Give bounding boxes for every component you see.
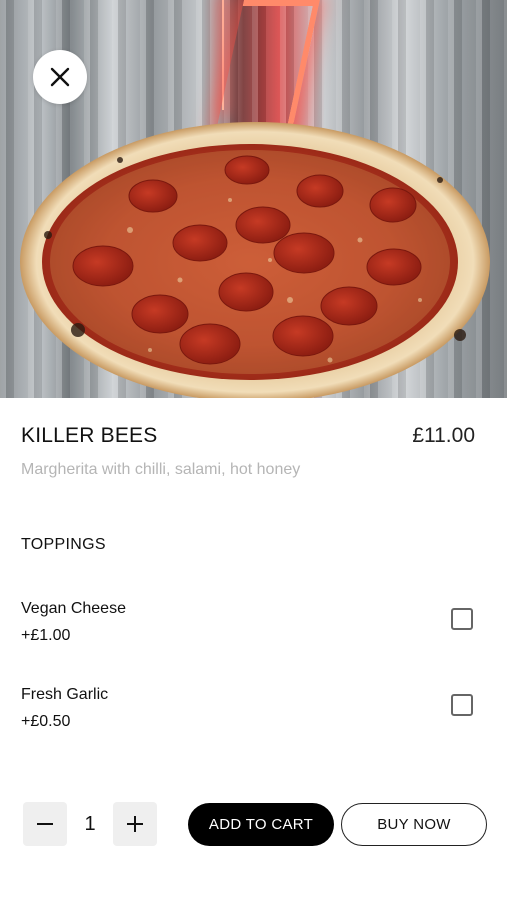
topping-option-vegan-cheese[interactable]: Vegan Cheese +£1.00: [21, 600, 487, 650]
topping-price: +£1.00: [21, 627, 71, 644]
minus-icon: [37, 823, 53, 825]
item-description: Margherita with chilli, salami, hot hone…: [21, 461, 301, 478]
topping-checkbox[interactable]: [451, 694, 473, 716]
quantity-increase-button[interactable]: [113, 802, 157, 846]
toppings-heading: TOPPINGS: [21, 536, 106, 553]
topping-name: Fresh Garlic: [21, 686, 109, 703]
close-icon: [50, 67, 70, 87]
buy-now-button[interactable]: BUY NOW: [341, 803, 487, 846]
quantity-decrease-button[interactable]: [23, 802, 67, 846]
quantity-value: 1: [84, 812, 96, 835]
topping-option-fresh-garlic[interactable]: Fresh Garlic +£0.50: [21, 686, 487, 736]
add-to-cart-button[interactable]: ADD TO CART: [188, 803, 334, 846]
plus-icon: [127, 816, 143, 832]
topping-checkbox[interactable]: [451, 608, 473, 630]
item-title: KILLER BEES: [21, 424, 158, 447]
topping-price: +£0.50: [21, 713, 71, 730]
item-price: £11.00: [412, 424, 475, 447]
topping-name: Vegan Cheese: [21, 600, 126, 617]
close-button[interactable]: [33, 50, 87, 104]
